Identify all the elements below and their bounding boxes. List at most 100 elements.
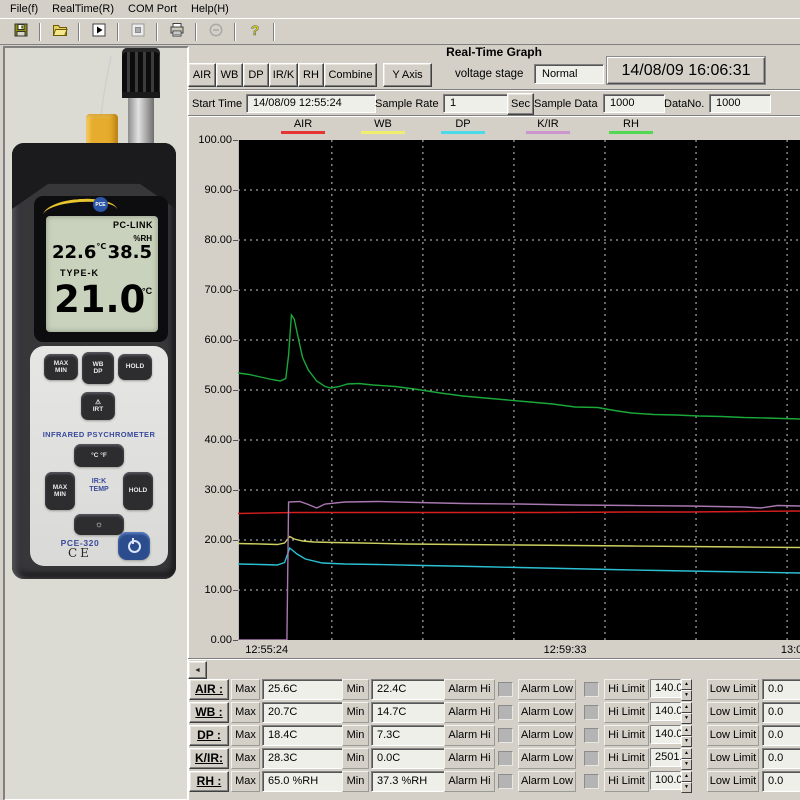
- spinner-down-icon[interactable]: ▼: [681, 713, 692, 724]
- stop-button[interactable]: [124, 21, 151, 43]
- air-hi-limit-spinner[interactable]: 140.0▲▼: [650, 679, 692, 698]
- thermocouple-wire: [91, 52, 121, 118]
- device-lcd: PC-LINK %RH 22.6°C 38.5 TYPE-K 21.0 °C: [46, 216, 158, 332]
- spinner-up-icon[interactable]: ▲: [681, 748, 692, 759]
- device-nav-hold-button: HOLD: [123, 472, 153, 510]
- legend-color-bar: [441, 131, 485, 134]
- toolbar-separator: [156, 23, 158, 41]
- legend-label: WB: [361, 118, 405, 130]
- open-icon: [52, 22, 68, 41]
- menu-com-port[interactable]: COM Port: [122, 1, 185, 17]
- y-tick-mark: [233, 140, 238, 141]
- legend-label: RH: [609, 118, 653, 130]
- spinner-value[interactable]: 140.0: [650, 702, 681, 721]
- channel-air-button[interactable]: AIR: [188, 63, 216, 87]
- spinner-up-icon[interactable]: ▲: [681, 725, 692, 736]
- channel-dp-button[interactable]: DP: [243, 63, 269, 87]
- y-tick-label: 30.00: [190, 484, 232, 496]
- rh-alarm-low-indicator: [584, 774, 599, 789]
- air-row-button[interactable]: AIR :: [189, 679, 229, 700]
- app-window: File(f)RealTime(R)COM PortHelp(H) ? PCE …: [0, 0, 800, 800]
- y-tick-label: 90.00: [190, 184, 232, 196]
- spinner-down-icon[interactable]: ▼: [681, 736, 692, 747]
- spinner-down-icon[interactable]: ▼: [681, 690, 692, 701]
- menu-help-h[interactable]: Help(H): [185, 1, 237, 17]
- lcd-rh: 38.5: [108, 242, 152, 263]
- low-limit-label: Low Limit: [707, 679, 759, 700]
- channel-combine-button[interactable]: Combine: [324, 63, 377, 87]
- spinner-up-icon[interactable]: ▲: [681, 771, 692, 782]
- alarm-low-label: Alarm Low: [518, 702, 576, 723]
- y-tick-label: 70.00: [190, 284, 232, 296]
- y-tick-mark: [233, 590, 238, 591]
- min-label: Min: [342, 771, 369, 792]
- channel-buttons: AIRWBDPIR/KRHCombine: [188, 63, 377, 87]
- kir-hi-limit-spinner[interactable]: 2501.0▲▼: [650, 748, 692, 767]
- alarm-low-label: Alarm Low: [518, 748, 576, 769]
- wb-hi-limit-spinner[interactable]: 140.0▲▼: [650, 702, 692, 721]
- rh-hi-limit-spinner[interactable]: 100.0▲▼: [650, 771, 692, 790]
- y-tick-mark: [233, 490, 238, 491]
- rh-row-button[interactable]: RH :: [189, 771, 229, 792]
- spinner-up-icon[interactable]: ▲: [681, 679, 692, 690]
- spinner-value[interactable]: 2501.0: [650, 748, 681, 767]
- power-icon: [128, 540, 141, 553]
- print-button[interactable]: [163, 21, 190, 43]
- device-irt-button: ⚠ IRT: [81, 392, 115, 420]
- start-button[interactable]: [85, 21, 112, 43]
- spinner-value[interactable]: 140.0: [650, 679, 681, 698]
- help-button[interactable]: ?: [241, 21, 268, 43]
- start-time-label: Start Time: [192, 98, 242, 110]
- stop-icon: [130, 22, 146, 41]
- alarm-hi-label: Alarm Hi: [444, 748, 495, 769]
- lcd-status: PC-LINK: [113, 220, 153, 230]
- scroll-left-button[interactable]: ◄: [188, 661, 207, 679]
- channel-rh-button[interactable]: RH: [298, 63, 324, 87]
- divider: [188, 89, 800, 91]
- save-button[interactable]: [7, 21, 34, 43]
- channel-wb-button[interactable]: WB: [216, 63, 243, 87]
- voltage-stage-value: Normal: [534, 64, 604, 84]
- wb-row-button[interactable]: WB :: [189, 702, 229, 723]
- y-tick-label: 40.00: [190, 434, 232, 446]
- spinner-up-icon[interactable]: ▲: [681, 702, 692, 713]
- help-icon: ?: [247, 22, 263, 41]
- alarm-low-label: Alarm Low: [518, 771, 576, 792]
- rh-max-value: 65.0 %RH: [262, 771, 343, 792]
- sample-data-input[interactable]: 1000: [603, 94, 665, 113]
- dp-hi-limit-spinner[interactable]: 140.0▲▼: [650, 725, 692, 744]
- legend-label: AIR: [281, 118, 325, 130]
- min-label: Min: [342, 679, 369, 700]
- low-limit-label: Low Limit: [707, 748, 759, 769]
- series-dp: [238, 548, 800, 573]
- open-button[interactable]: [46, 21, 73, 43]
- spinner-value[interactable]: 140.0: [650, 725, 681, 744]
- dp-row-button[interactable]: DP :: [189, 725, 229, 746]
- y-axis-button[interactable]: Y Axis: [383, 63, 432, 87]
- spinner-down-icon[interactable]: ▼: [681, 782, 692, 793]
- legend-color-bar: [609, 131, 653, 134]
- data-no-label: DataNo.: [664, 98, 704, 110]
- kir-row-button[interactable]: K/IR:: [189, 748, 229, 769]
- alarm-hi-label: Alarm Hi: [444, 771, 495, 792]
- menu-realtime-r[interactable]: RealTime(R): [46, 1, 122, 17]
- channel-ir-k-button[interactable]: IR/K: [269, 63, 298, 87]
- y-tick-mark: [233, 640, 238, 641]
- disconnect-button[interactable]: [202, 21, 229, 43]
- spinner-value[interactable]: 100.0: [650, 771, 681, 790]
- min-label: Min: [342, 702, 369, 723]
- y-tick-mark: [233, 190, 238, 191]
- print-icon: [169, 22, 185, 41]
- disconnect-icon: [208, 22, 224, 41]
- spinner-down-icon[interactable]: ▼: [681, 759, 692, 770]
- sec-button[interactable]: Sec: [507, 93, 534, 115]
- table-row-wb: WB :Max20.7CMin14.7CAlarm HiAlarm LowHi …: [0, 702, 800, 723]
- table-row-rh: RH :Max65.0 %RHMin37.3 %RHAlarm HiAlarm …: [0, 771, 800, 792]
- toolbar-separator: [195, 23, 197, 41]
- menu-file-f[interactable]: File(f): [4, 1, 46, 17]
- legend-wb: WB: [361, 118, 405, 134]
- divider: [188, 115, 800, 117]
- hi-limit-label: Hi Limit: [604, 725, 649, 746]
- y-tick-mark: [233, 240, 238, 241]
- sample-rate-input[interactable]: 1: [443, 94, 511, 113]
